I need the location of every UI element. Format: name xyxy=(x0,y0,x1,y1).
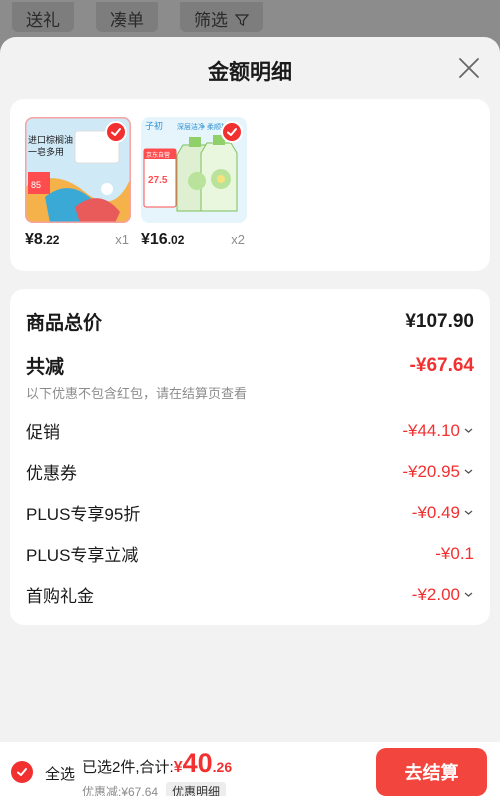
discount-row-promotion[interactable]: 促销 -¥44.10 xyxy=(26,418,474,443)
discount-row-plus-95[interactable]: PLUS专享95折 -¥0.49 xyxy=(26,500,474,525)
discount-value: -¥0.1 xyxy=(435,543,474,563)
product-price-row: ¥8.22 x1 xyxy=(25,231,131,249)
amount-detail-sheet: 金额明细 85 进口棕榈油 一皂多用 ¥8.22 x1 子初 深层洁净 柔顺护衣… xyxy=(0,37,500,796)
discount-label: PLUS专享95折 xyxy=(26,505,141,524)
discount-value: -¥44.10 xyxy=(402,421,474,441)
discount-amount-text: 优惠减:¥67.64 xyxy=(82,785,159,796)
checkout-bar: 全选 已选2件,合计: ¥40.26 优惠减:¥67.64 优惠明细 去结算 xyxy=(0,742,500,796)
sheet-header: 金额明细 xyxy=(0,37,500,99)
product-item[interactable]: 子初 深层洁净 柔顺护衣 京东自营 27.5 ¥16.02 x2 xyxy=(141,117,247,271)
product-price-row: ¥16.02 x2 xyxy=(141,231,247,249)
selected-check-icon[interactable] xyxy=(105,121,127,143)
detergent-brand: 子初 xyxy=(145,120,163,131)
select-all-checkbox[interactable] xyxy=(11,761,33,783)
discount-value: -¥20.95 xyxy=(402,462,474,482)
chevron-down-icon xyxy=(464,469,473,474)
product-quantity: x2 xyxy=(231,232,245,247)
product-price: ¥8.22 xyxy=(25,231,60,248)
soap-badge-number: 85 xyxy=(31,180,41,190)
tab-bundle[interactable]: 凑单 xyxy=(96,2,158,32)
discount-row-plus-instant: PLUS专享立减 -¥0.1 xyxy=(26,541,474,566)
product-quantity: x1 xyxy=(115,232,129,247)
chevron-down-icon xyxy=(464,510,473,515)
product-thumbnail[interactable]: 85 进口棕榈油 一皂多用 xyxy=(25,117,131,223)
total-price-value: ¥107.90 xyxy=(405,310,474,332)
discount-summary: 优惠减:¥67.64 优惠明细 xyxy=(82,782,227,796)
check-icon xyxy=(17,768,27,776)
price-summary-card: 商品总价 ¥107.90 共减 -¥67.64 以下优惠不包含红包，请在结算页查… xyxy=(10,289,490,625)
detergent-jd-tag: 京东自营 xyxy=(146,151,170,159)
chevron-down-icon xyxy=(464,592,473,597)
discount-label: 优惠券 xyxy=(26,464,77,483)
product-item[interactable]: 85 进口棕榈油 一皂多用 ¥8.22 x1 xyxy=(25,117,131,271)
total-reduction-label: 共减 xyxy=(26,357,65,378)
selected-count-text: 已选2件,合计: xyxy=(82,759,174,776)
total-amount: ¥40.26 xyxy=(173,748,233,778)
select-all-label[interactable]: 全选 xyxy=(45,763,75,784)
discount-value: -¥2.00 xyxy=(412,585,474,605)
total-reduction-row: 共减 -¥67.64 xyxy=(26,352,474,379)
discount-row-first-purchase[interactable]: 首购礼金 -¥2.00 xyxy=(26,582,474,607)
discount-label: 促销 xyxy=(26,423,60,442)
funnel-icon xyxy=(234,14,250,26)
products-card: 85 进口棕榈油 一皂多用 ¥8.22 x1 子初 深层洁净 柔顺护衣 京东自营… xyxy=(10,99,490,271)
discount-detail-button[interactable]: 优惠明细 xyxy=(166,782,227,796)
selected-check-icon[interactable] xyxy=(221,121,243,143)
discount-value: -¥0.49 xyxy=(412,503,474,523)
discount-row-coupon[interactable]: 优惠券 -¥20.95 xyxy=(26,459,474,484)
selected-total: 已选2件,合计: ¥40.26 xyxy=(82,748,232,779)
background-tabs: 送礼 凑单 筛选 xyxy=(0,0,500,32)
product-price: ¥16.02 xyxy=(141,231,185,248)
close-button[interactable] xyxy=(458,57,480,79)
discount-label: 首购礼金 xyxy=(26,587,94,606)
total-price-row: 商品总价 ¥107.90 xyxy=(26,308,474,335)
discount-label: PLUS专享立减 xyxy=(26,546,139,565)
tab-filter[interactable]: 筛选 xyxy=(180,2,263,32)
product-thumbnail[interactable]: 子初 深层洁净 柔顺护衣 京东自营 27.5 xyxy=(141,117,247,223)
checkout-button[interactable]: 去结算 xyxy=(376,748,487,796)
reduction-note: 以下优惠不包含红包，请在结算页查看 xyxy=(26,386,248,401)
soap-text-1: 进口棕榈油 xyxy=(28,134,73,145)
detergent-price-tag: 27.5 xyxy=(148,175,168,186)
chevron-down-icon xyxy=(464,428,473,433)
sheet-title: 金额明细 xyxy=(208,61,292,84)
close-icon xyxy=(459,58,479,78)
total-price-label: 商品总价 xyxy=(26,313,103,334)
total-reduction-value: -¥67.64 xyxy=(409,354,474,376)
soap-text-2: 一皂多用 xyxy=(28,146,64,157)
tab-filter-label: 筛选 xyxy=(194,11,228,30)
tab-gift[interactable]: 送礼 xyxy=(12,2,74,32)
